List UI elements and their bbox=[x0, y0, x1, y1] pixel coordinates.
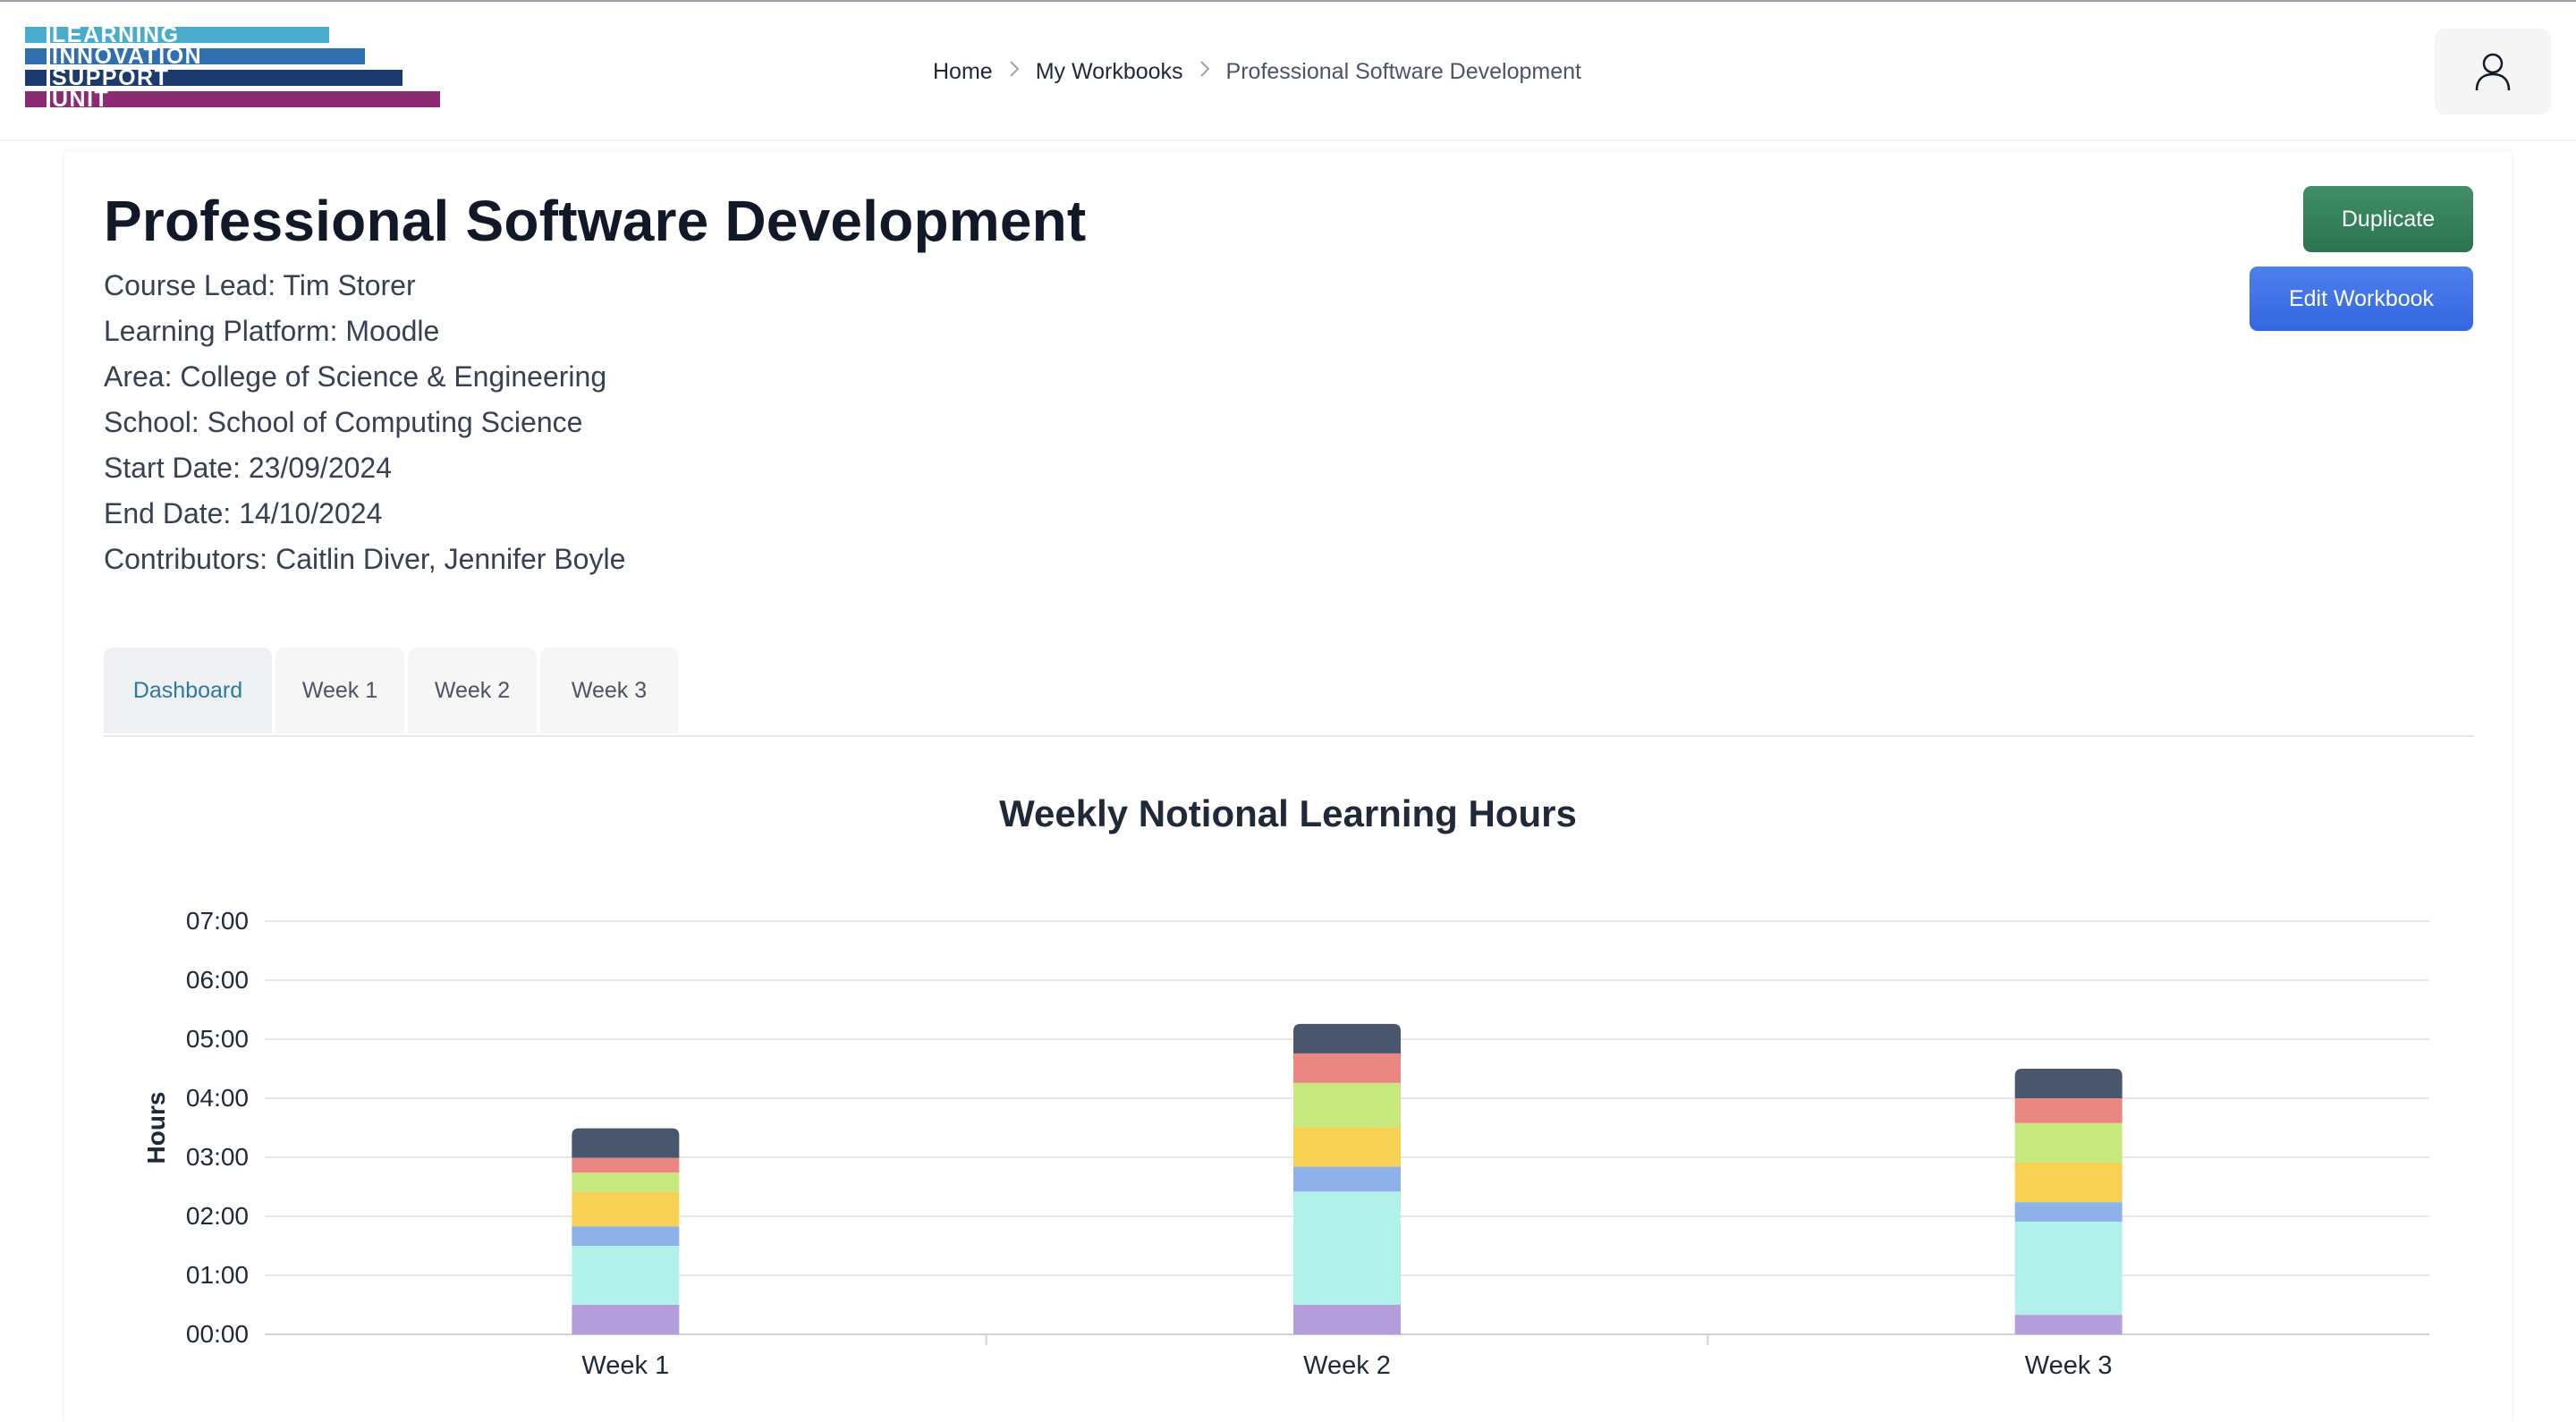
logo-bar-divider bbox=[47, 48, 50, 64]
lisu-logo[interactable]: LEARNINGINNOVATIONSUPPORTUNIT bbox=[25, 27, 445, 113]
y-tick-label: 02:00 bbox=[186, 1202, 249, 1230]
workbook-card: Professional Software Development Course… bbox=[64, 152, 2512, 1422]
bar-segment[interactable] bbox=[1293, 1305, 1401, 1334]
bar-segment[interactable] bbox=[572, 1128, 680, 1158]
logo-bar-divider bbox=[47, 70, 50, 86]
y-tick-label: 07:00 bbox=[186, 907, 249, 935]
bar-segment[interactable] bbox=[2014, 1315, 2123, 1334]
chevron-right-icon bbox=[993, 59, 1036, 85]
bar-segment[interactable] bbox=[1293, 1023, 1401, 1054]
bar-segment[interactable] bbox=[1293, 1053, 1401, 1083]
bar-segment[interactable] bbox=[2014, 1221, 2123, 1316]
x-tick-label: Week 3 bbox=[2025, 1351, 2113, 1380]
y-tick-label: 06:00 bbox=[186, 966, 249, 994]
bar-segment[interactable] bbox=[572, 1172, 680, 1192]
y-tick-label: 00:00 bbox=[186, 1320, 249, 1348]
logo-bar-divider bbox=[47, 27, 50, 43]
bar-segment[interactable] bbox=[2014, 1098, 2123, 1123]
bar-segment[interactable] bbox=[572, 1246, 680, 1305]
bar-segment[interactable] bbox=[572, 1191, 680, 1227]
bar-segment[interactable] bbox=[572, 1226, 680, 1246]
breadcrumb-current: Professional Software Development bbox=[1225, 58, 1581, 84]
bar-stack bbox=[1293, 1023, 1401, 1334]
user-icon bbox=[2475, 53, 2511, 91]
breadcrumb-home[interactable]: Home bbox=[933, 59, 993, 85]
y-tick-label: 03:00 bbox=[186, 1143, 249, 1171]
logo-text: UNIT bbox=[52, 87, 109, 112]
bar-segment[interactable] bbox=[572, 1305, 680, 1334]
bar-segment[interactable] bbox=[2014, 1202, 2123, 1222]
user-menu-button[interactable] bbox=[2435, 29, 2551, 114]
y-tick-label: 01:00 bbox=[186, 1261, 249, 1289]
logo-bar-divider bbox=[47, 91, 50, 107]
bar-stack bbox=[572, 1128, 680, 1334]
y-axis-label: Hours bbox=[142, 1092, 170, 1164]
breadcrumb-my-workbooks[interactable]: My Workbooks bbox=[1036, 59, 1183, 85]
bar-segment[interactable] bbox=[1293, 1082, 1401, 1128]
bar-segment[interactable] bbox=[2014, 1162, 2123, 1203]
y-tick-label: 04:00 bbox=[186, 1084, 249, 1112]
breadcrumb: Home My Workbooks Professional Software … bbox=[933, 57, 1581, 86]
bar-stack bbox=[2014, 1069, 2123, 1334]
x-tick-label: Week 2 bbox=[1303, 1351, 1391, 1380]
bar-segment[interactable] bbox=[572, 1157, 680, 1173]
bar-segment[interactable] bbox=[2014, 1069, 2123, 1098]
bar-segment[interactable] bbox=[1293, 1191, 1401, 1305]
y-tick-label: 05:00 bbox=[186, 1025, 249, 1053]
chevron-right-icon bbox=[1183, 59, 1226, 85]
bar-segment[interactable] bbox=[1293, 1127, 1401, 1167]
x-tick-label: Week 1 bbox=[581, 1351, 669, 1380]
top-bar: LEARNING INNOVATION SUPPORT UNIT Home My Wo… bbox=[0, 2, 2576, 141]
bar-segment[interactable] bbox=[1293, 1166, 1401, 1192]
notional-hours-chart: 00:00 01:00 02:00 03:00 04:00 05:00 06:00 07:00… bbox=[142, 907, 2429, 1380]
bar-segment[interactable] bbox=[2014, 1122, 2123, 1163]
